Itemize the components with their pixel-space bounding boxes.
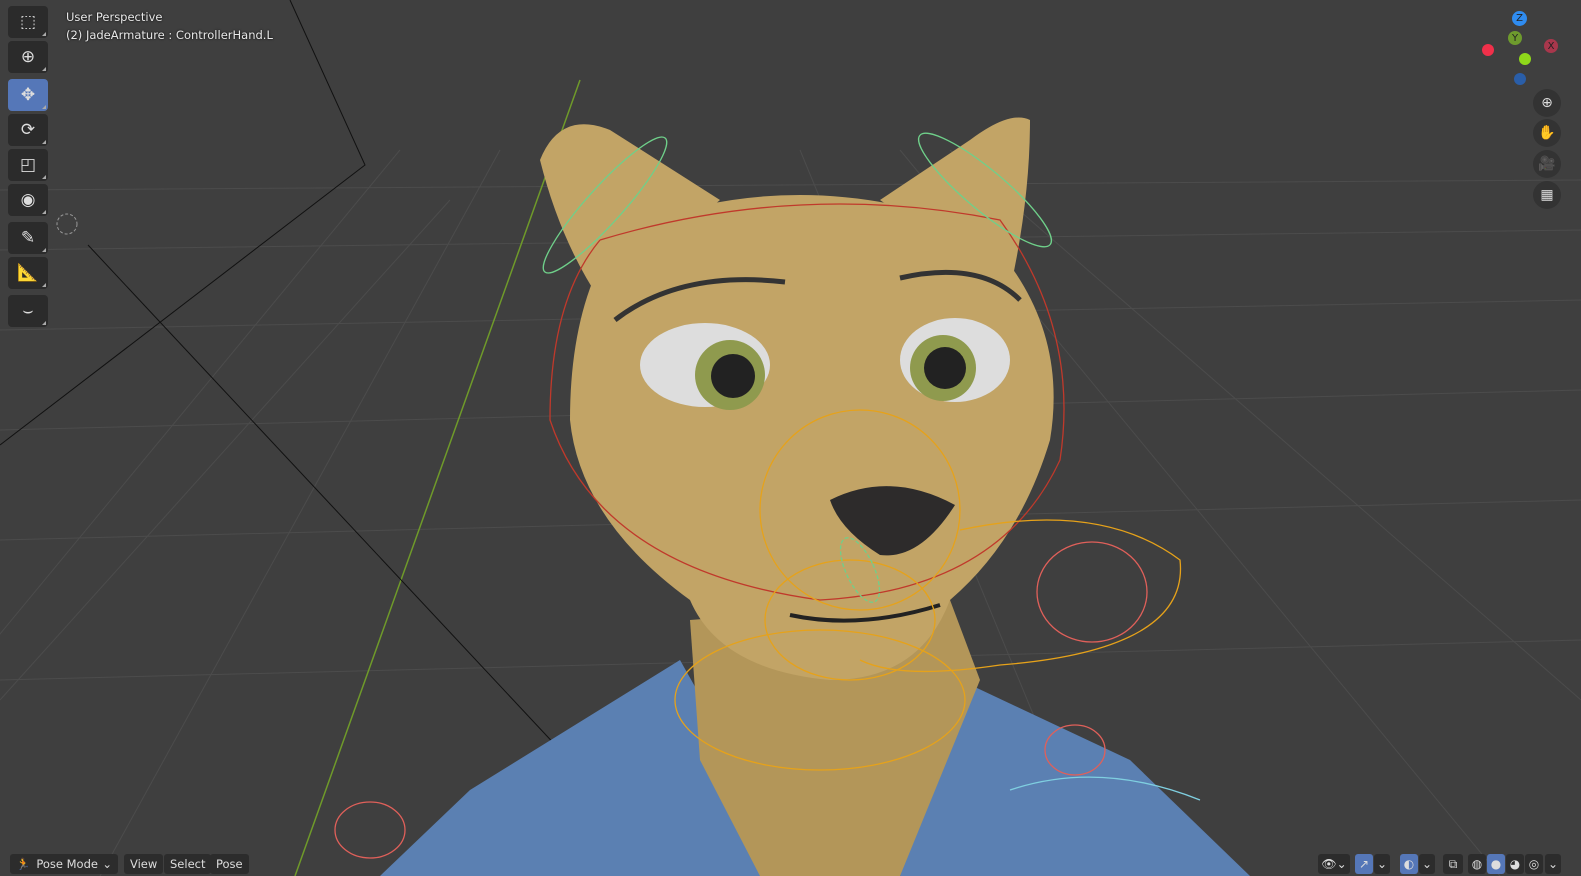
transform-tool[interactable]: ◉ — [8, 184, 48, 216]
material-sphere-icon: ◕ — [1509, 857, 1521, 871]
gizmo-neg-z[interactable] — [1514, 73, 1526, 85]
mode-selector[interactable]: 🏃 Pose Mode ⌄ — [10, 854, 118, 874]
active-object: (2) JadeArmature : ControllerHand.L — [66, 28, 273, 42]
xray-icon: ⧉ — [1448, 856, 1458, 871]
measure-icon: 📐 — [17, 263, 39, 283]
gizmo-y-axis[interactable]: Y — [1508, 31, 1522, 45]
chevron-down-icon: ⌄ — [1547, 857, 1559, 871]
shading-material[interactable]: ◕ — [1506, 854, 1524, 874]
viewport-header: 🏃 Pose Mode ⌄ View Select Pose 👁⌄ ↗ ⌄ ◐ … — [0, 852, 1581, 876]
menu-select[interactable]: Select — [164, 854, 212, 874]
menu-view[interactable]: View — [124, 854, 164, 874]
viewport-info: User Perspective (2) JadeArmature : Cont… — [66, 8, 273, 44]
transform-icon: ◉ — [20, 190, 36, 210]
scale-icon: ◰ — [19, 155, 37, 175]
ortho-toggle-button[interactable]: ▦ — [1533, 181, 1561, 209]
zoom-icon: ⊕ — [1541, 95, 1553, 111]
chevron-down-icon: ⌄ — [1421, 857, 1433, 871]
select-box-icon: ⬚ — [19, 12, 37, 32]
solid-sphere-icon: ● — [1490, 857, 1502, 871]
mode-label: Pose Mode — [36, 857, 98, 871]
annotate-tool[interactable]: ✎ — [8, 222, 48, 254]
cursor-icon: ⊕ — [20, 47, 36, 67]
3d-viewport[interactable]: User Perspective (2) JadeArmature : Cont… — [0, 0, 1581, 876]
pose-icon: 🏃 — [16, 857, 31, 871]
scale-tool[interactable]: ◰ — [8, 149, 48, 181]
hand-icon: ✋ — [1538, 125, 1556, 141]
rotate-tool[interactable]: ⟳ — [8, 114, 48, 146]
head — [570, 195, 1054, 680]
rendered-sphere-icon: ◎ — [1528, 857, 1540, 871]
overlay-toggle[interactable]: ◐ — [1400, 854, 1418, 874]
gizmo-z-axis[interactable]: Z — [1512, 11, 1527, 26]
wireframe-sphere-icon: ◍ — [1471, 857, 1483, 871]
zoom-button[interactable]: ⊕ — [1533, 89, 1561, 117]
gizmo-toggle[interactable]: ↗ — [1355, 854, 1373, 874]
camera-icon: 🎥 — [1538, 156, 1556, 172]
3d-cursor-icon — [56, 213, 78, 235]
measure-tool[interactable]: 📐 — [8, 257, 48, 289]
cursor-tool[interactable]: ⊕ — [8, 41, 48, 73]
tool-shelf: ⬚ ⊕ ✥ ⟳ ◰ ◉ ✎ 📐 ⌣ — [8, 6, 48, 330]
eye-icon: 👁⌄ — [1321, 857, 1347, 871]
chevron-down-icon: ⌄ — [102, 857, 112, 871]
shading-wireframe[interactable]: ◍ — [1468, 854, 1486, 874]
scene-render — [0, 0, 1581, 876]
relax-tool[interactable]: ⌣ — [8, 295, 48, 327]
overlay-icon: ◐ — [1403, 857, 1415, 871]
gizmo-x-axis[interactable]: X — [1544, 39, 1558, 53]
annotate-icon: ✎ — [20, 228, 36, 248]
gizmo-dropdown[interactable]: ⌄ — [1374, 854, 1390, 874]
pan-button[interactable]: ✋ — [1533, 119, 1561, 147]
camera-view-button[interactable]: 🎥 — [1533, 150, 1561, 178]
view-name: User Perspective — [66, 10, 163, 24]
gizmo-neg-x[interactable] — [1482, 44, 1494, 56]
overlay-dropdown[interactable]: ⌄ — [1419, 854, 1435, 874]
select-box-tool[interactable]: ⬚ — [8, 6, 48, 38]
gizmo-icon: ↗ — [1358, 857, 1370, 871]
xray-toggle[interactable]: ⧉ — [1443, 854, 1463, 874]
gizmo-neg-y[interactable] — [1519, 53, 1531, 65]
relax-icon: ⌣ — [22, 301, 34, 321]
rotate-icon: ⟳ — [20, 120, 36, 140]
shading-solid[interactable]: ● — [1487, 854, 1505, 874]
shading-dropdown[interactable]: ⌄ — [1545, 854, 1561, 874]
visibility-dropdown[interactable]: 👁⌄ — [1318, 854, 1350, 874]
move-icon: ✥ — [20, 85, 36, 105]
grid-icon: ▦ — [1540, 187, 1554, 203]
move-tool[interactable]: ✥ — [8, 79, 48, 111]
menu-pose[interactable]: Pose — [210, 854, 249, 874]
shading-rendered[interactable]: ◎ — [1525, 854, 1543, 874]
chevron-down-icon: ⌄ — [1376, 857, 1388, 871]
